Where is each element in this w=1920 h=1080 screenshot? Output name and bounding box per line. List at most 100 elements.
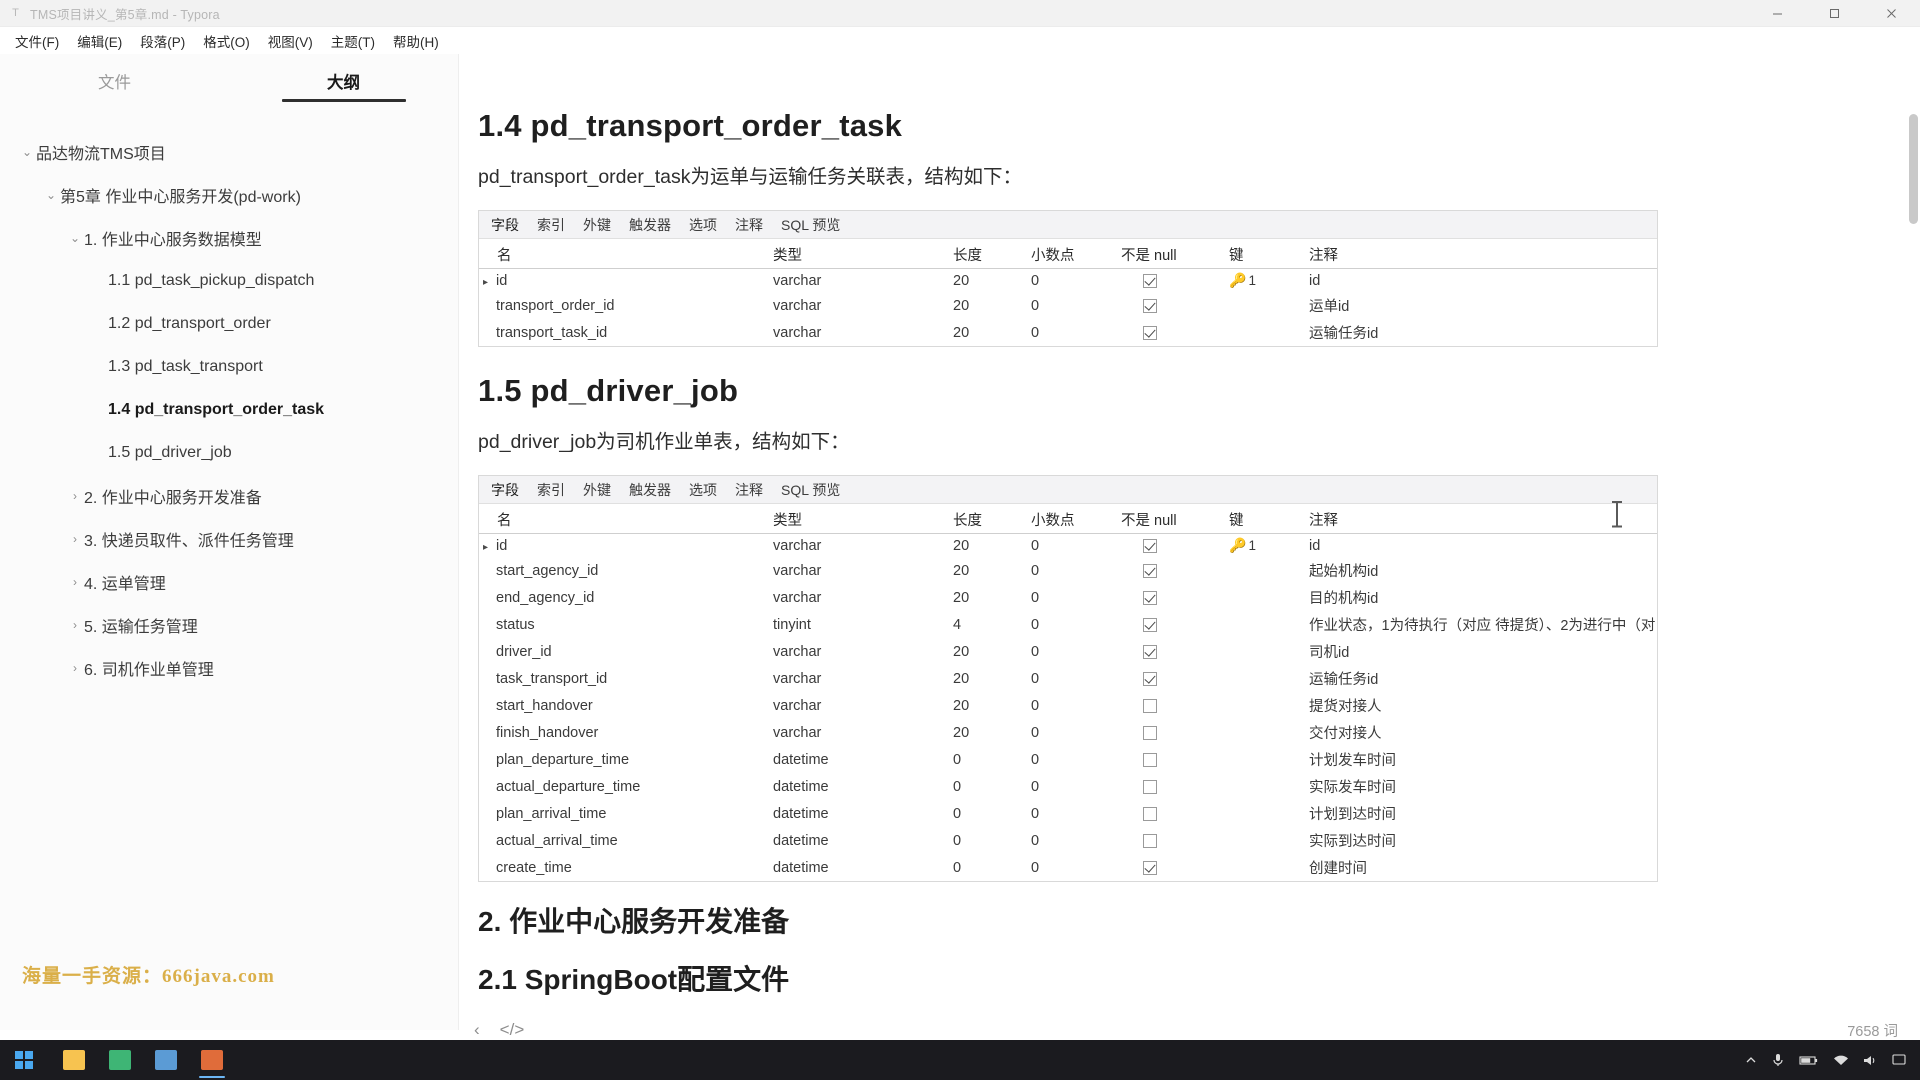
- field-column-header[interactable]: 键: [1225, 504, 1305, 535]
- navicat-tab[interactable]: 选项: [689, 215, 717, 235]
- chevron-right-icon[interactable]: ›: [66, 576, 84, 588]
- field-column-header[interactable]: 小数点: [1027, 504, 1117, 535]
- chevron-down-icon[interactable]: ⌄: [18, 146, 36, 158]
- field-row[interactable]: ▸ id varchar 20 0 🔑 1 id: [479, 269, 1657, 293]
- field-notnull-cell[interactable]: [1117, 319, 1225, 346]
- outline-item[interactable]: ⌄ 1. 作业中心服务数据模型: [0, 216, 458, 259]
- navicat-tab[interactable]: 选项: [689, 480, 717, 500]
- field-notnull-cell[interactable]: [1117, 665, 1225, 692]
- field-column-header[interactable]: 名: [479, 239, 769, 270]
- field-row[interactable]: ▸transport_order_idvarchar200运单id: [479, 292, 1657, 319]
- source-code-mode-icon[interactable]: </>: [500, 1020, 525, 1040]
- navicat-tab[interactable]: 触发器: [629, 480, 671, 500]
- navicat-tab[interactable]: 索引: [537, 480, 565, 500]
- field-row[interactable]: ▸create_timedatetime00创建时间: [479, 854, 1657, 881]
- chevron-right-icon[interactable]: ›: [66, 490, 84, 502]
- checkbox-checked-icon[interactable]: [1143, 861, 1157, 876]
- editor-pane[interactable]: 1.4 pd_transport_order_task pd_transport…: [460, 54, 1920, 1030]
- field-row[interactable]: ▸start_agency_idvarchar200起始机构id: [479, 557, 1657, 584]
- field-row[interactable]: ▸transport_task_idvarchar200运输任务id: [479, 319, 1657, 346]
- checkbox-checked-icon[interactable]: [1143, 298, 1157, 313]
- maximize-button[interactable]: [1806, 0, 1863, 27]
- field-row[interactable]: ▸statustinyint40作业状态，1为待执行（对应 待提货）、2为进行中…: [479, 611, 1657, 638]
- checkbox-checked-icon[interactable]: [1143, 645, 1157, 660]
- word-count-label[interactable]: 7658 词: [1847, 1020, 1898, 1041]
- menu-help[interactable]: 帮助(H): [384, 28, 448, 54]
- field-notnull-cell[interactable]: [1117, 534, 1225, 558]
- field-column-header[interactable]: 键: [1225, 239, 1305, 270]
- field-notnull-cell[interactable]: [1117, 827, 1225, 854]
- close-button[interactable]: [1863, 0, 1920, 27]
- navicat-tab[interactable]: SQL 预览: [781, 215, 840, 235]
- field-column-header[interactable]: 注释: [1305, 504, 1657, 535]
- field-row[interactable]: ▸finish_handovervarchar200交付对接人: [479, 719, 1657, 746]
- network-icon[interactable]: [1833, 1054, 1849, 1067]
- checkbox-unchecked-icon[interactable]: [1143, 753, 1157, 768]
- minimize-button[interactable]: [1749, 0, 1806, 27]
- tab-outline[interactable]: 大纲: [229, 54, 458, 112]
- outline-item[interactable]: › 5. 运输任务管理: [0, 603, 458, 646]
- field-notnull-cell[interactable]: [1117, 269, 1225, 293]
- field-column-header[interactable]: 长度: [949, 239, 1027, 270]
- field-notnull-cell[interactable]: [1117, 611, 1225, 638]
- checkbox-unchecked-icon[interactable]: [1143, 834, 1157, 849]
- navicat-tab[interactable]: 外键: [583, 480, 611, 500]
- outline-item[interactable]: › 3. 快递员取件、派件任务管理: [0, 517, 458, 560]
- taskbar-file-explorer[interactable]: [52, 1040, 96, 1080]
- menu-edit[interactable]: 编辑(E): [68, 28, 131, 54]
- field-row[interactable]: ▸ id varchar 20 0 🔑 1 id: [479, 534, 1657, 558]
- outline-item[interactable]: › 4. 运单管理: [0, 560, 458, 603]
- field-notnull-cell[interactable]: [1117, 800, 1225, 827]
- outline-item[interactable]: ·1.5 pd_driver_job: [0, 431, 458, 474]
- taskbar-wechat[interactable]: [98, 1040, 142, 1080]
- outline-item[interactable]: › 2. 作业中心服务开发准备: [0, 474, 458, 517]
- menu-format[interactable]: 格式(O): [194, 28, 259, 54]
- navicat-tab[interactable]: 触发器: [629, 215, 671, 235]
- field-row[interactable]: ▸start_handovervarchar200提货对接人: [479, 692, 1657, 719]
- field-notnull-cell[interactable]: [1117, 292, 1225, 319]
- field-column-header[interactable]: 类型: [769, 504, 949, 535]
- checkbox-unchecked-icon[interactable]: [1143, 726, 1157, 741]
- document-body[interactable]: 1.4 pd_transport_order_task pd_transport…: [460, 54, 1920, 998]
- navicat-tab[interactable]: 字段: [491, 215, 519, 235]
- menu-paragraph[interactable]: 段落(P): [131, 28, 194, 54]
- field-column-header[interactable]: 名: [479, 504, 769, 535]
- navicat-tab[interactable]: 外键: [583, 215, 611, 235]
- navicat-tab[interactable]: SQL 预览: [781, 480, 840, 500]
- field-row[interactable]: ▸plan_arrival_timedatetime00计划到达时间: [479, 800, 1657, 827]
- navicat-tab[interactable]: 注释: [735, 215, 763, 235]
- outline-item[interactable]: ·1.1 pd_task_pickup_dispatch: [0, 259, 458, 302]
- field-notnull-cell[interactable]: [1117, 557, 1225, 584]
- checkbox-checked-icon[interactable]: [1143, 672, 1157, 687]
- field-column-header[interactable]: 小数点: [1027, 239, 1117, 270]
- chevron-down-icon[interactable]: ⌄: [66, 232, 84, 244]
- field-column-header[interactable]: 长度: [949, 504, 1027, 535]
- checkbox-checked-icon[interactable]: [1143, 564, 1157, 579]
- field-row[interactable]: ▸driver_idvarchar200司机id: [479, 638, 1657, 665]
- vertical-scrollbar[interactable]: [1909, 114, 1918, 224]
- field-row[interactable]: ▸actual_arrival_timedatetime00实际到达时间: [479, 827, 1657, 854]
- field-column-header[interactable]: 注释: [1305, 239, 1657, 270]
- checkbox-checked-icon[interactable]: [1143, 325, 1157, 340]
- volume-icon[interactable]: [1863, 1054, 1878, 1067]
- checkbox-checked-icon[interactable]: [1143, 618, 1157, 633]
- chevron-right-icon[interactable]: ›: [66, 662, 84, 674]
- checkbox-checked-icon[interactable]: [1143, 539, 1157, 554]
- checkbox-unchecked-icon[interactable]: [1143, 780, 1157, 795]
- field-notnull-cell[interactable]: [1117, 584, 1225, 611]
- field-notnull-cell[interactable]: [1117, 638, 1225, 665]
- checkbox-checked-icon[interactable]: [1143, 273, 1157, 288]
- checkbox-checked-icon[interactable]: [1143, 591, 1157, 606]
- menu-file[interactable]: 文件(F): [6, 28, 68, 54]
- field-notnull-cell[interactable]: [1117, 854, 1225, 881]
- field-notnull-cell[interactable]: [1117, 773, 1225, 800]
- microphone-icon[interactable]: [1771, 1052, 1785, 1068]
- field-column-header[interactable]: 不是 null: [1117, 239, 1225, 270]
- outline-item[interactable]: ⌄ 第5章 作业中心服务开发(pd-work): [0, 173, 458, 216]
- field-row[interactable]: ▸end_agency_idvarchar200目的机构id: [479, 584, 1657, 611]
- field-column-header[interactable]: 类型: [769, 239, 949, 270]
- outline-toggle-icon[interactable]: ‹: [474, 1020, 480, 1040]
- taskbar-typora[interactable]: [190, 1040, 234, 1080]
- chevron-up-icon[interactable]: [1745, 1054, 1757, 1066]
- chevron-right-icon[interactable]: ›: [66, 619, 84, 631]
